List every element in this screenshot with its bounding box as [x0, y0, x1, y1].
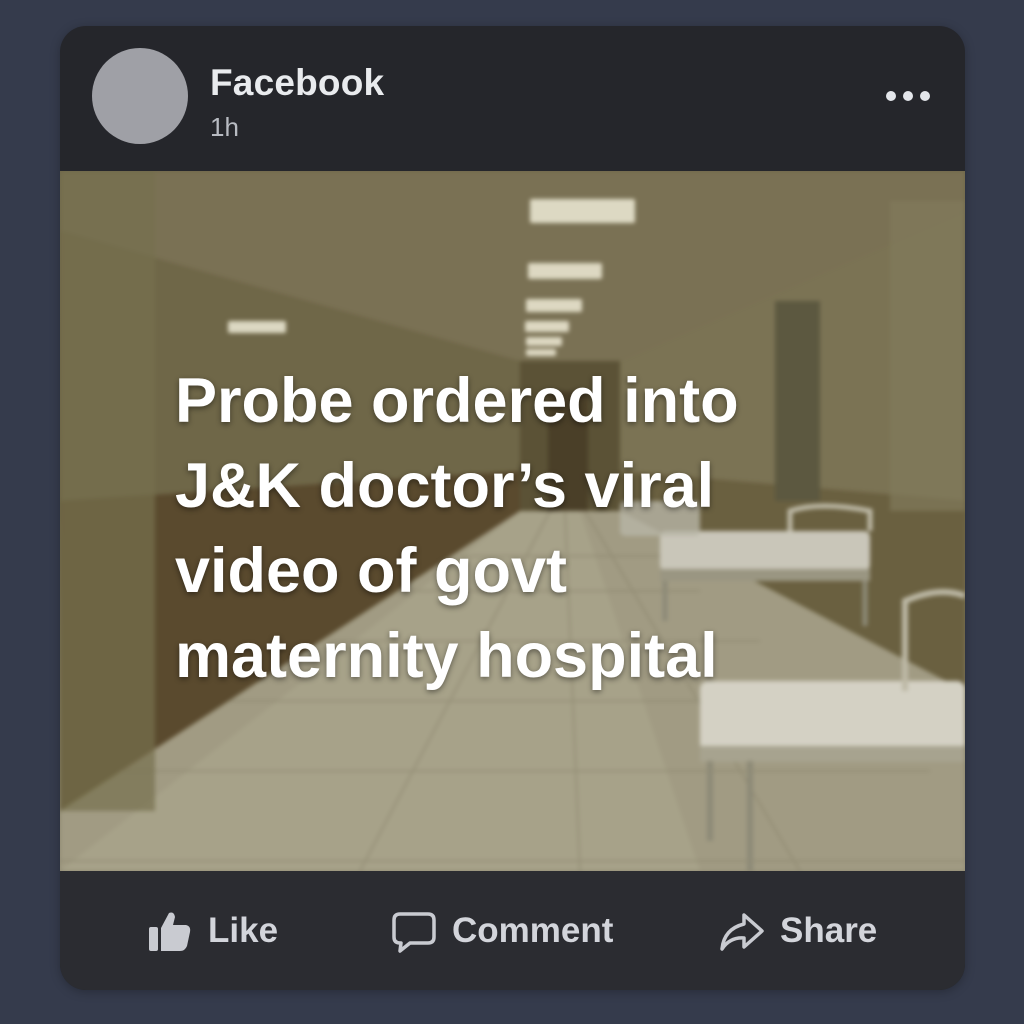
- share-arrow-icon: [718, 907, 766, 955]
- avatar[interactable]: [92, 48, 188, 144]
- comment-button[interactable]: Comment: [390, 901, 613, 961]
- comment-label: Comment: [452, 911, 614, 950]
- share-label: Share: [780, 911, 878, 950]
- page-name[interactable]: Facebook: [210, 62, 384, 104]
- share-button[interactable]: Share: [718, 901, 877, 961]
- more-options-button[interactable]: [878, 78, 938, 114]
- post-timestamp[interactable]: 1h: [210, 112, 239, 143]
- like-button[interactable]: Like: [146, 901, 278, 961]
- post-headline: Probe ordered into J&K doctor’s viral vi…: [175, 366, 739, 691]
- more-dots-icon: [886, 91, 930, 101]
- post-header: Facebook 1h: [60, 26, 965, 171]
- thumbs-up-icon: [146, 907, 194, 955]
- speech-bubble-icon: [390, 907, 438, 955]
- like-label: Like: [208, 911, 279, 950]
- post-image[interactable]: Probe ordered into J&K doctor’s viral vi…: [60, 171, 965, 871]
- post-card: Facebook 1h Probe ordered into J&K docto…: [60, 26, 965, 990]
- post-action-bar: Like Comment Share: [60, 871, 965, 990]
